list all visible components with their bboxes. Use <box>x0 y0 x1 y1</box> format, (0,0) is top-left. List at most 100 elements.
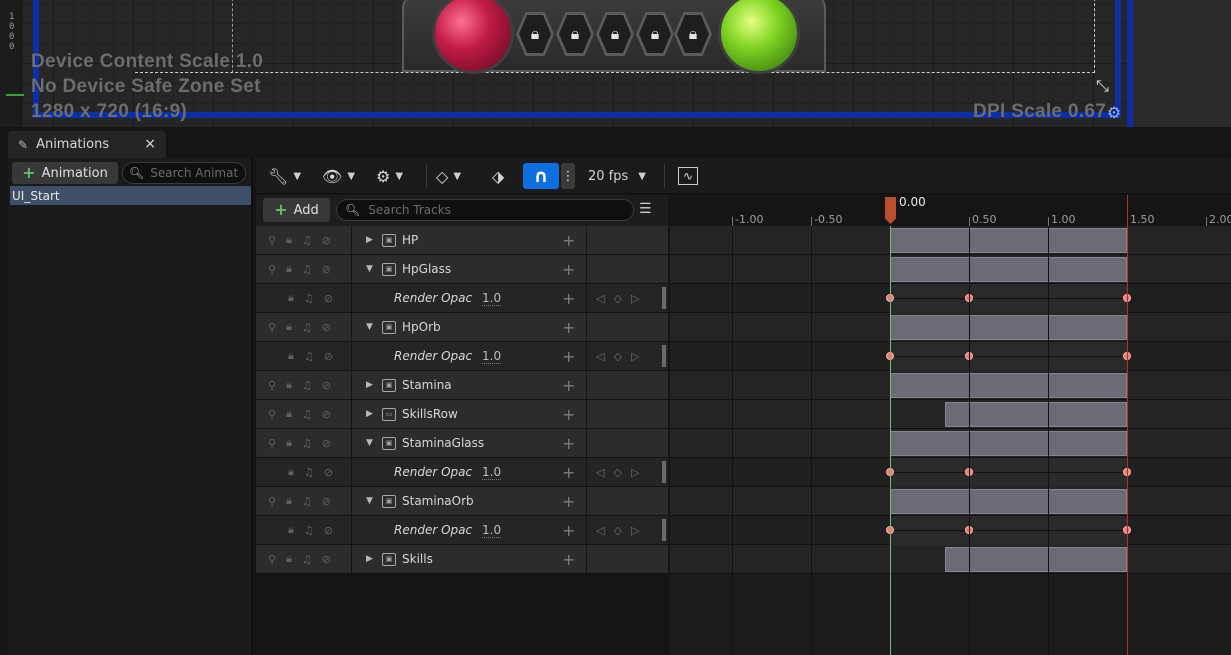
lock-icon[interactable]: 🔒︎ <box>286 378 292 392</box>
lock-icon[interactable]: 🔒︎ <box>286 552 292 566</box>
add-track-plus-icon[interactable]: + <box>562 405 575 424</box>
property-track-row[interactable]: 🔒︎ ♫ ⊘ Render Opac 1.0 ◁ ◇ ▷ + <box>256 342 668 371</box>
prev-key-icon[interactable]: ◁ <box>596 466 604 479</box>
add-animation-button[interactable]: + Animation <box>12 162 118 184</box>
track-search-input[interactable] <box>368 203 629 217</box>
add-track-plus-icon[interactable]: + <box>562 376 575 395</box>
disable-icon[interactable]: ⊘ <box>324 292 333 305</box>
frame-rate-dropdown[interactable]: 20 fps ▼ <box>588 163 646 189</box>
headphones-icon[interactable]: ♫ <box>302 379 312 392</box>
add-key-icon[interactable]: ◇ <box>613 524 621 537</box>
auto-key-button[interactable]: ⬗ <box>492 163 504 189</box>
playhead-handle[interactable] <box>885 197 896 224</box>
disable-icon[interactable]: ⊘ <box>324 466 333 479</box>
add-track-plus-icon[interactable]: + <box>562 463 575 482</box>
track-row[interactable]: ⚲ 🔒︎ ♫ ⊘ ▼ ▣ HpGlass + <box>256 255 668 284</box>
view-options-button[interactable]: 👁︎ ▼ <box>322 163 355 189</box>
track-row[interactable]: ⚲ 🔒︎ ♫ ⊘ ▶ ▭ SkillsRow + <box>256 400 668 429</box>
disable-icon[interactable]: ⊘ <box>324 524 333 537</box>
playback-end-marker[interactable] <box>1127 195 1128 655</box>
track-search[interactable]: 🔍︎ <box>336 199 634 221</box>
track-row[interactable]: ⚲ 🔒︎ ♫ ⊘ ▼ ▣ StaminaOrb + <box>256 487 668 516</box>
headphones-icon[interactable]: ♫ <box>302 321 312 334</box>
expand-down-icon[interactable]: ▼ <box>366 496 376 506</box>
headphones-icon[interactable]: ♫ <box>302 437 312 450</box>
property-track-row[interactable]: 🔒︎ ♫ ⊘ Render Opac 1.0 ◁ ◇ ▷ + <box>256 284 668 313</box>
prev-key-icon[interactable]: ◁ <box>596 292 604 305</box>
pin-icon[interactable]: ⚲ <box>268 437 276 450</box>
keyframe-lane[interactable] <box>670 516 1231 545</box>
track-section[interactable] <box>890 257 1127 282</box>
time-ruler[interactable]: 50-1.00-0.500.501.001.502.00 <box>670 195 1231 226</box>
disable-icon[interactable]: ⊘ <box>322 553 331 566</box>
disable-icon[interactable]: ⊘ <box>324 350 333 363</box>
add-track-plus-icon[interactable]: + <box>562 521 575 540</box>
property-track-row[interactable]: 🔒︎ ♫ ⊘ Render Opac 1.0 ◁ ◇ ▷ + <box>256 516 668 545</box>
property-value[interactable]: 1.0 <box>482 465 502 480</box>
tools-menu-button[interactable]: 🔧︎ ▼ <box>268 163 301 189</box>
expand-right-icon[interactable]: ▶ <box>366 380 376 390</box>
keyframe-lane[interactable] <box>670 458 1231 487</box>
pin-icon[interactable]: ⚲ <box>268 553 276 566</box>
disable-icon[interactable]: ⊘ <box>322 234 331 247</box>
lock-icon[interactable]: 🔒︎ <box>286 320 292 334</box>
headphones-icon[interactable]: ♫ <box>302 263 312 276</box>
pin-icon[interactable]: ⚲ <box>268 495 276 508</box>
lock-icon[interactable]: 🔒︎ <box>288 291 294 305</box>
add-track-plus-icon[interactable]: + <box>562 347 575 366</box>
expand-right-icon[interactable]: ▶ <box>366 409 376 419</box>
expand-down-icon[interactable]: ▼ <box>366 264 376 274</box>
pin-icon[interactable]: ⚲ <box>268 379 276 392</box>
animation-search[interactable]: 🔍︎ <box>122 162 246 184</box>
track-row[interactable]: ⚲ 🔒︎ ♫ ⊘ ▼ ▣ StaminaGlass + <box>256 429 668 458</box>
animation-list-item[interactable]: UI_Start <box>10 186 251 205</box>
prev-key-icon[interactable]: ◁ <box>596 350 604 363</box>
add-track-plus-icon[interactable]: + <box>562 550 575 569</box>
disable-icon[interactable]: ⊘ <box>322 379 331 392</box>
designer-viewport[interactable]: 1 0 0 0 🔒︎ 🔒︎ 🔒︎ 🔒︎ 🔒︎ Device Content Sc… <box>0 0 1231 127</box>
timeline-panel[interactable]: 50-1.00-0.500.501.001.502.00 0.00 <box>670 195 1231 655</box>
headphones-icon[interactable]: ♫ <box>302 553 312 566</box>
snap-toggle-button[interactable]: ∩ <box>523 163 559 189</box>
next-key-icon[interactable]: ▷ <box>631 292 639 305</box>
expand-right-icon[interactable]: ▶ <box>366 235 376 245</box>
pin-icon[interactable]: ⚲ <box>268 321 276 334</box>
track-row[interactable]: ⚲ 🔒︎ ♫ ⊘ ▶ ▣ Skills + <box>256 545 668 574</box>
disable-icon[interactable]: ⊘ <box>322 321 331 334</box>
lock-icon[interactable]: 🔒︎ <box>286 407 292 421</box>
section-lane[interactable] <box>670 545 1231 574</box>
section-lane[interactable] <box>670 313 1231 342</box>
next-key-icon[interactable]: ▷ <box>631 466 639 479</box>
snap-options-button[interactable]: ⋮ <box>561 163 575 189</box>
pin-icon[interactable]: ⚲ <box>268 263 276 276</box>
keyframe-lane[interactable] <box>670 284 1231 313</box>
add-track-plus-icon[interactable]: + <box>562 289 575 308</box>
expand-down-icon[interactable]: ▼ <box>366 438 376 448</box>
lock-icon[interactable]: 🔒︎ <box>288 465 294 479</box>
key-options-button[interactable]: ◇ ▼ <box>436 163 461 189</box>
property-value[interactable]: 1.0 <box>482 291 502 306</box>
section-lane[interactable] <box>670 371 1231 400</box>
add-key-icon[interactable]: ◇ <box>613 292 621 305</box>
lock-icon[interactable]: 🔒︎ <box>286 233 292 247</box>
expand-right-icon[interactable]: ▶ <box>366 554 376 564</box>
headphones-icon[interactable]: ♫ <box>304 292 314 305</box>
add-track-plus-icon[interactable]: + <box>562 434 575 453</box>
headphones-icon[interactable]: ♫ <box>302 408 312 421</box>
property-track-row[interactable]: 🔒︎ ♫ ⊘ Render Opac 1.0 ◁ ◇ ▷ + <box>256 458 668 487</box>
track-section[interactable] <box>890 489 1127 514</box>
add-key-icon[interactable]: ◇ <box>613 350 621 363</box>
disable-icon[interactable]: ⊘ <box>322 263 331 276</box>
track-section[interactable] <box>890 315 1127 340</box>
track-section[interactable] <box>890 228 1127 253</box>
headphones-icon[interactable]: ♫ <box>304 524 314 537</box>
track-section[interactable] <box>890 431 1127 456</box>
resize-handle-icon[interactable]: ⤡ <box>1096 77 1114 95</box>
next-key-icon[interactable]: ▷ <box>631 524 639 537</box>
headphones-icon[interactable]: ♫ <box>304 350 314 363</box>
disable-icon[interactable]: ⊘ <box>322 495 331 508</box>
add-track-button[interactable]: + Add <box>263 198 330 222</box>
next-key-icon[interactable]: ▷ <box>631 350 639 363</box>
keyframe-lane[interactable] <box>670 342 1231 371</box>
hud-preview[interactable]: 🔒︎ 🔒︎ 🔒︎ 🔒︎ 🔒︎ <box>402 0 826 74</box>
